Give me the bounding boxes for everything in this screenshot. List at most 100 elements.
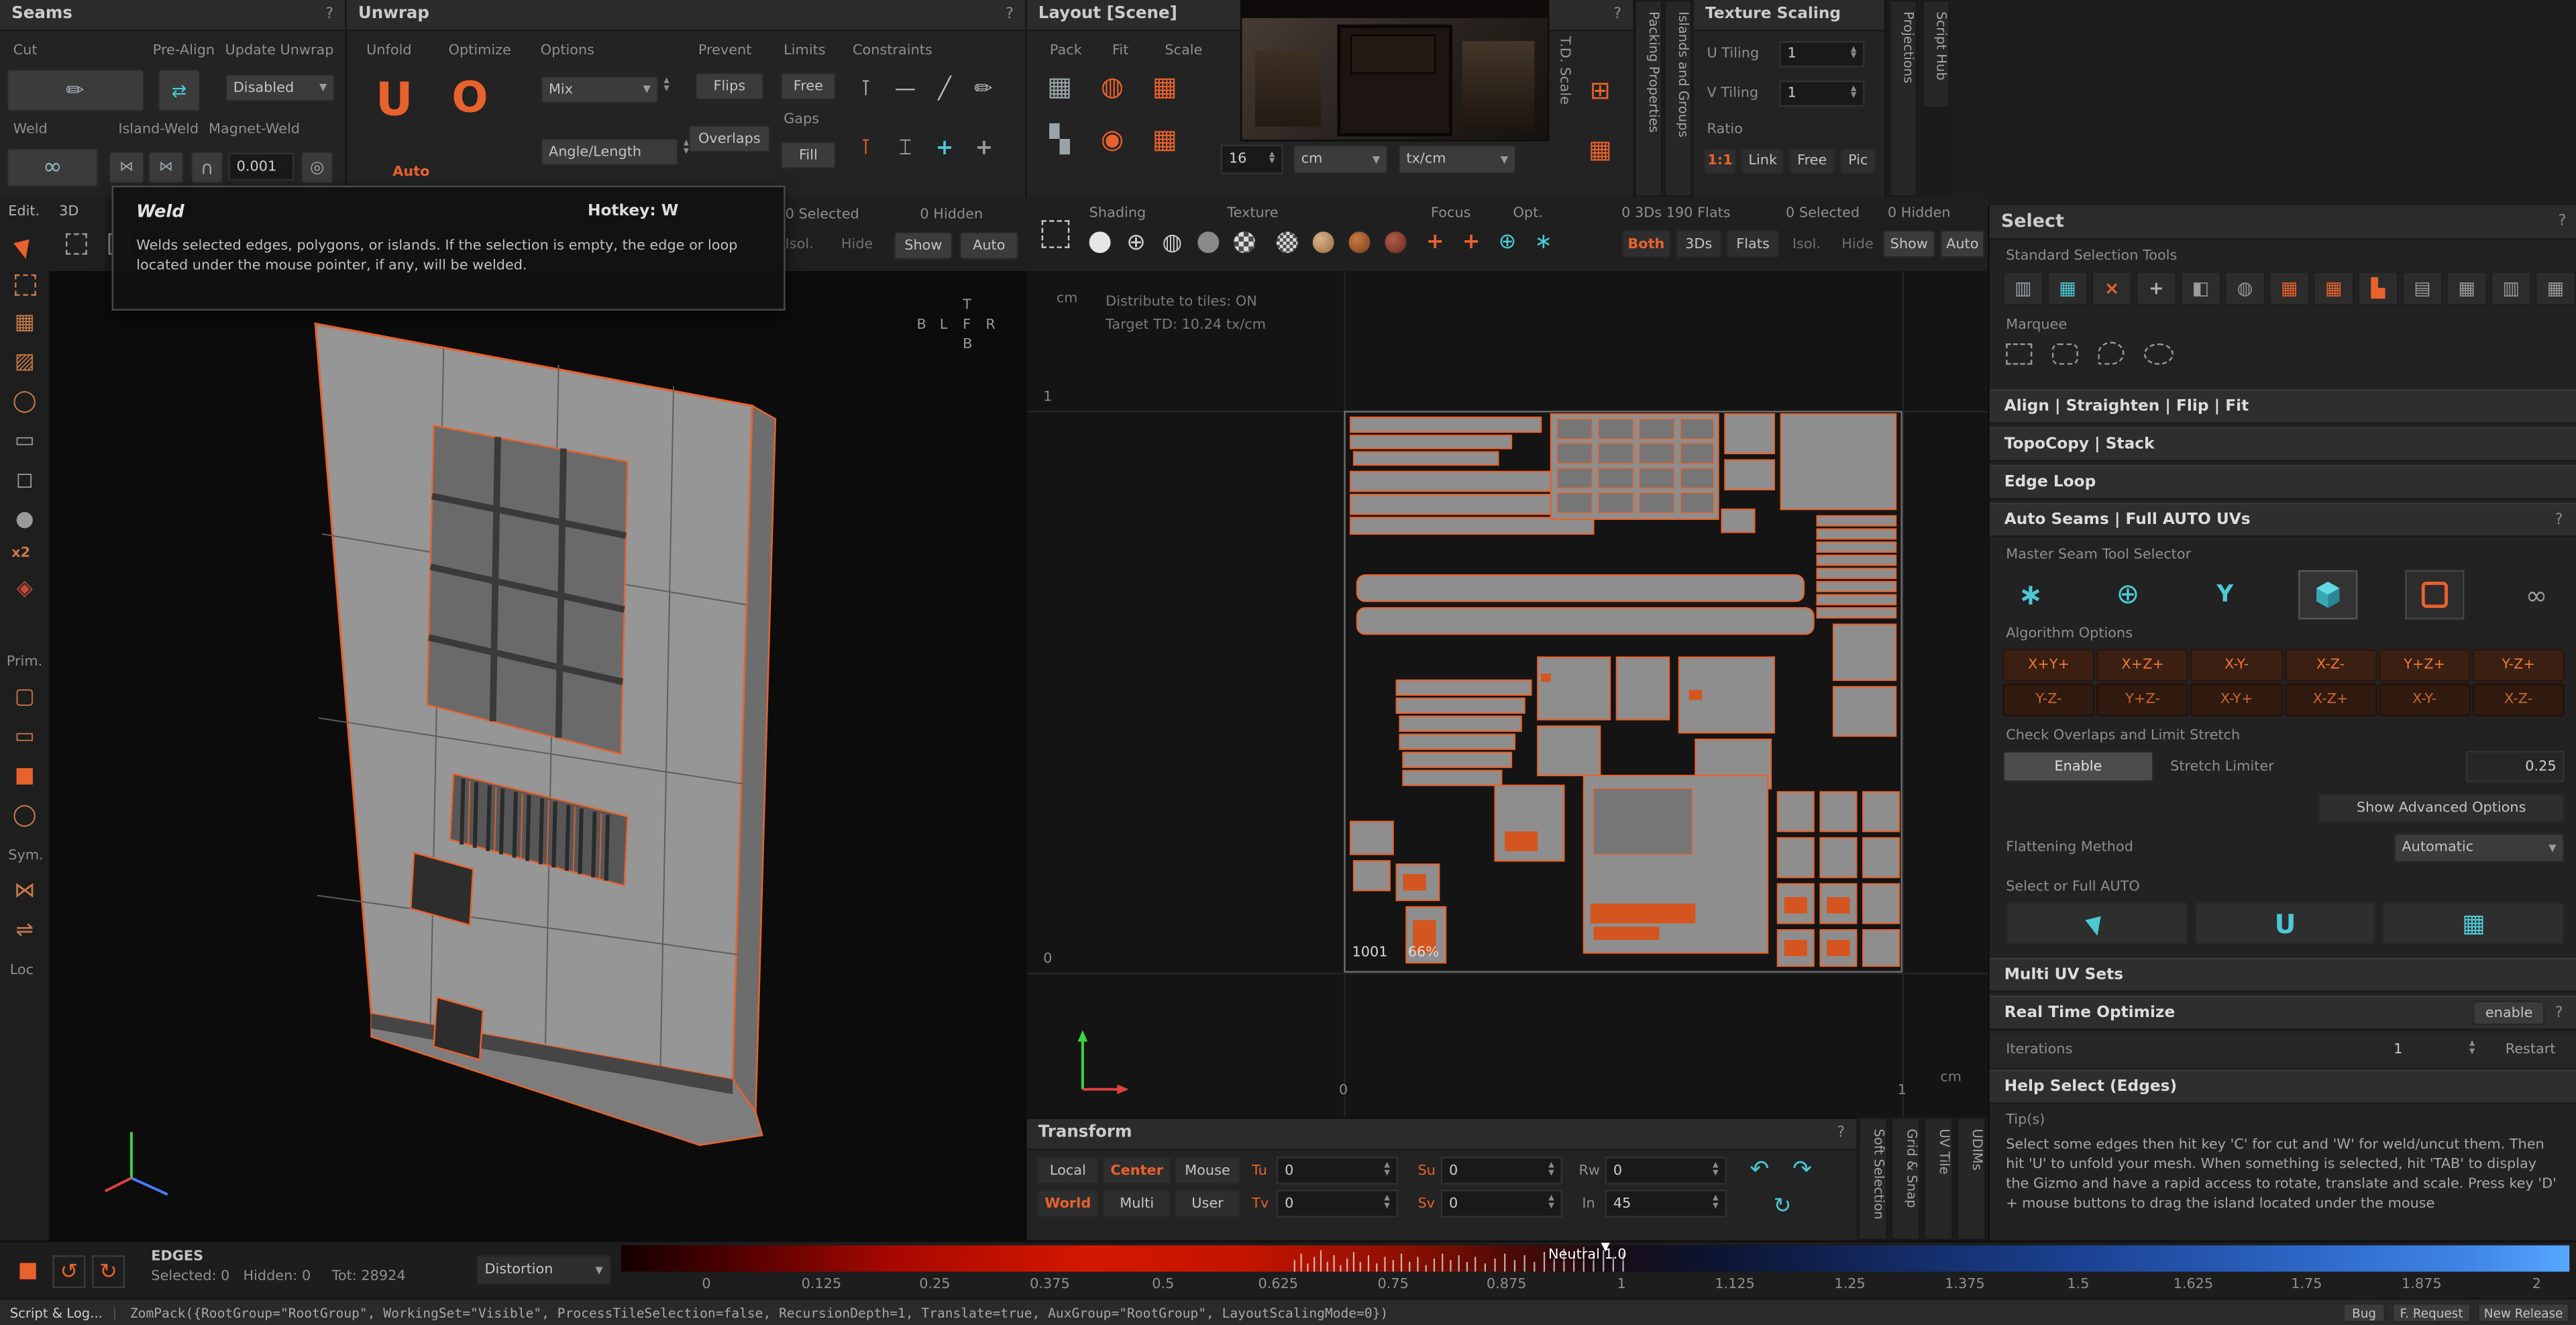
td-scale-pick-icon[interactable]: ⊞ xyxy=(1582,72,1618,109)
select-add-icon[interactable]: + xyxy=(2136,271,2177,305)
circle-primitive-icon[interactable]: ◯ xyxy=(10,802,40,828)
auto-unfold-button[interactable]: U xyxy=(2194,902,2376,945)
density-dropdown[interactable]: tx/cm ▼ xyxy=(1398,145,1516,174)
distortion-dropdown[interactable]: Distortion ▼ xyxy=(476,1255,611,1285)
help-select-edges-header[interactable]: Help Select (Edges) xyxy=(1990,1069,2576,1104)
optimize-tool-button[interactable]: O xyxy=(442,69,498,128)
tab-projections[interactable]: Projections xyxy=(1889,0,1917,197)
shading-gray-icon[interactable] xyxy=(1194,228,1222,256)
uv-canvas[interactable]: cm Distribute to tiles: ON Target TD: 10… xyxy=(1027,271,1988,1117)
algo-xmzm2-button[interactable]: X-Z- xyxy=(2472,684,2565,717)
uv-hide-button[interactable]: Hide xyxy=(1841,237,1873,253)
3d-hide-button[interactable]: Hide xyxy=(841,237,873,253)
pre-align-button[interactable]: ⇄ xyxy=(158,69,201,112)
pivot-user-button[interactable]: User xyxy=(1175,1189,1240,1218)
select-cursor-icon[interactable] xyxy=(13,233,36,260)
remove-constraint-icon[interactable]: + xyxy=(967,131,1000,164)
viewport-frame-icon[interactable] xyxy=(62,230,89,256)
unwrap-auto-label[interactable]: Auto xyxy=(392,164,429,180)
select-help-button[interactable]: ? xyxy=(2559,205,2567,238)
show-advanced-options-button[interactable]: Show Advanced Options xyxy=(2318,794,2565,823)
redo-icon[interactable]: ↷ xyxy=(1786,1155,1819,1185)
weld-tool-button[interactable]: ∞ xyxy=(7,148,99,187)
select-island-grid-icon[interactable]: ▦ xyxy=(2269,271,2310,305)
align-straighten-header[interactable]: Align | Straighten | Flip | Fit xyxy=(1990,389,2576,423)
transform-help-button[interactable]: ? xyxy=(1837,1119,1845,1149)
bug-report-button[interactable]: Bug xyxy=(2343,1303,2385,1322)
texture-clay-icon[interactable] xyxy=(1346,228,1374,256)
ratio-link-button[interactable]: Link xyxy=(1741,148,1784,174)
script-log-button[interactable]: Script & Log... xyxy=(0,1306,113,1320)
limits-fill-button[interactable]: Fill xyxy=(780,142,836,170)
pin-constraint-icon[interactable]: ⊺ xyxy=(849,72,882,105)
fit-alt-icon[interactable]: ◉ xyxy=(1093,118,1132,158)
algo-xmyp-button[interactable]: X-Y+ xyxy=(2190,684,2283,717)
marquee-lasso-icon[interactable] xyxy=(2098,341,2124,364)
update-unwrap-dropdown[interactable]: Disabled ▼ xyxy=(225,74,335,102)
pin-orange-icon[interactable]: ⊺ xyxy=(849,131,882,164)
select-half-icon[interactable]: ◧ xyxy=(2180,271,2221,305)
grid-select-icon[interactable]: ▦ xyxy=(10,309,40,335)
rto-enable-button[interactable]: enable xyxy=(2473,1000,2545,1025)
pivot-mouse-button[interactable]: Mouse xyxy=(1175,1157,1240,1185)
tv-field[interactable]: 0▲▼ xyxy=(1277,1189,1398,1218)
unwrap-help-button[interactable]: ? xyxy=(1006,0,1014,30)
shading-wire-icon[interactable]: ⊕ xyxy=(1122,228,1150,256)
pack-tool-icon[interactable]: ▦ xyxy=(1040,66,1079,105)
auto-select-button[interactable] xyxy=(2006,902,2188,945)
uv-auto-button[interactable]: Auto xyxy=(1940,230,1984,258)
loop-icon[interactable]: ↺ xyxy=(52,1255,85,1288)
circle-select-icon[interactable]: ◯ xyxy=(10,388,40,414)
undo-icon[interactable]: ↶ xyxy=(1743,1155,1776,1185)
tab-script-hub[interactable]: Script Hub xyxy=(1922,0,1950,109)
scale-tool-icon[interactable]: ▦ xyxy=(1145,66,1185,105)
iterations-spinner[interactable]: ▲▼ xyxy=(2469,1042,2475,1057)
map-size-spinner[interactable]: ▲▼ xyxy=(1269,152,1275,167)
algo-xmzp-button[interactable]: X-Z+ xyxy=(2284,684,2377,717)
restart-button[interactable]: Restart xyxy=(2506,1042,2556,1058)
tab-packing-properties[interactable]: Packing Properties xyxy=(1635,0,1663,197)
x2-toggle[interactable]: x2 xyxy=(11,545,30,562)
filter-flats-button[interactable]: Flats xyxy=(1727,230,1779,258)
tu-field[interactable]: 0▲▼ xyxy=(1277,1157,1398,1185)
select-grid5-icon[interactable]: ▦ xyxy=(2535,271,2576,305)
cut-tool-button[interactable]: ✎ xyxy=(7,69,145,112)
select-columns-icon[interactable]: ▥ xyxy=(2002,271,2043,305)
add-constraint-icon[interactable]: + xyxy=(928,131,961,164)
rto-help-button[interactable]: ? xyxy=(2555,996,2563,1029)
seam-cube-tool-icon[interactable] xyxy=(2298,570,2357,619)
marquee-rect-icon[interactable] xyxy=(2006,343,2032,364)
tab-udims[interactable]: UDIMs xyxy=(1957,1117,1986,1240)
viewcube-right[interactable]: R xyxy=(985,317,995,333)
algo-ypzm-button[interactable]: Y+Z- xyxy=(2096,684,2189,717)
algo-ypzp-button[interactable]: Y+Z+ xyxy=(2378,649,2471,682)
feature-request-button[interactable]: F. Request xyxy=(2392,1303,2471,1322)
algo-xpyp-button[interactable]: X+Y+ xyxy=(2002,649,2095,682)
unwrap-mix-dropdown[interactable]: Mix ▼ xyxy=(541,76,659,104)
seam-link-tool-icon[interactable]: ∞ xyxy=(2512,574,2561,617)
distortion-gradient[interactable]: Neutral 1.0 ▼ xyxy=(621,1245,2569,1271)
in-field[interactable]: 45▲▼ xyxy=(1605,1189,1727,1218)
ratio-1-1-button[interactable]: 1:1 xyxy=(1704,148,1737,174)
3d-show-button[interactable]: Show xyxy=(894,231,953,260)
select-island-grid2-icon[interactable]: ▦ xyxy=(2313,271,2354,305)
deselect-all-icon[interactable]: × xyxy=(2092,271,2133,305)
island-weld-button[interactable]: ⋈ xyxy=(109,151,145,184)
su-field[interactable]: 0▲▼ xyxy=(1441,1157,1562,1185)
stretch-limiter-field[interactable]: 0.25 xyxy=(2466,751,2565,782)
viewcube-left[interactable]: L xyxy=(940,317,948,333)
topocopy-stack-header[interactable]: TopoCopy | Stack xyxy=(1990,427,2576,462)
cylinder-icon[interactable]: ▭ xyxy=(10,427,40,454)
pack-alt-icon[interactable]: ▚ xyxy=(1040,118,1079,158)
cube-icon[interactable]: ◻ xyxy=(10,467,40,493)
viewcube-back[interactable]: B xyxy=(917,317,926,333)
multi-uv-sets-header[interactable]: Multi UV Sets xyxy=(1990,958,2576,992)
marquee-select-icon[interactable] xyxy=(13,273,36,296)
edge-constraint-icon[interactable]: — xyxy=(889,72,922,105)
magnet-weld-options-button[interactable]: ◎ xyxy=(301,151,333,184)
marquee-ellipse-icon[interactable] xyxy=(2144,343,2174,364)
focus-all-icon[interactable]: + xyxy=(1421,228,1449,256)
diagonal-constraint-icon[interactable]: ╱ xyxy=(928,72,961,105)
texture-preview-thumbnail[interactable] xyxy=(1240,0,1549,142)
magnet-weld-threshold-field[interactable]: 0.001 xyxy=(228,153,294,181)
